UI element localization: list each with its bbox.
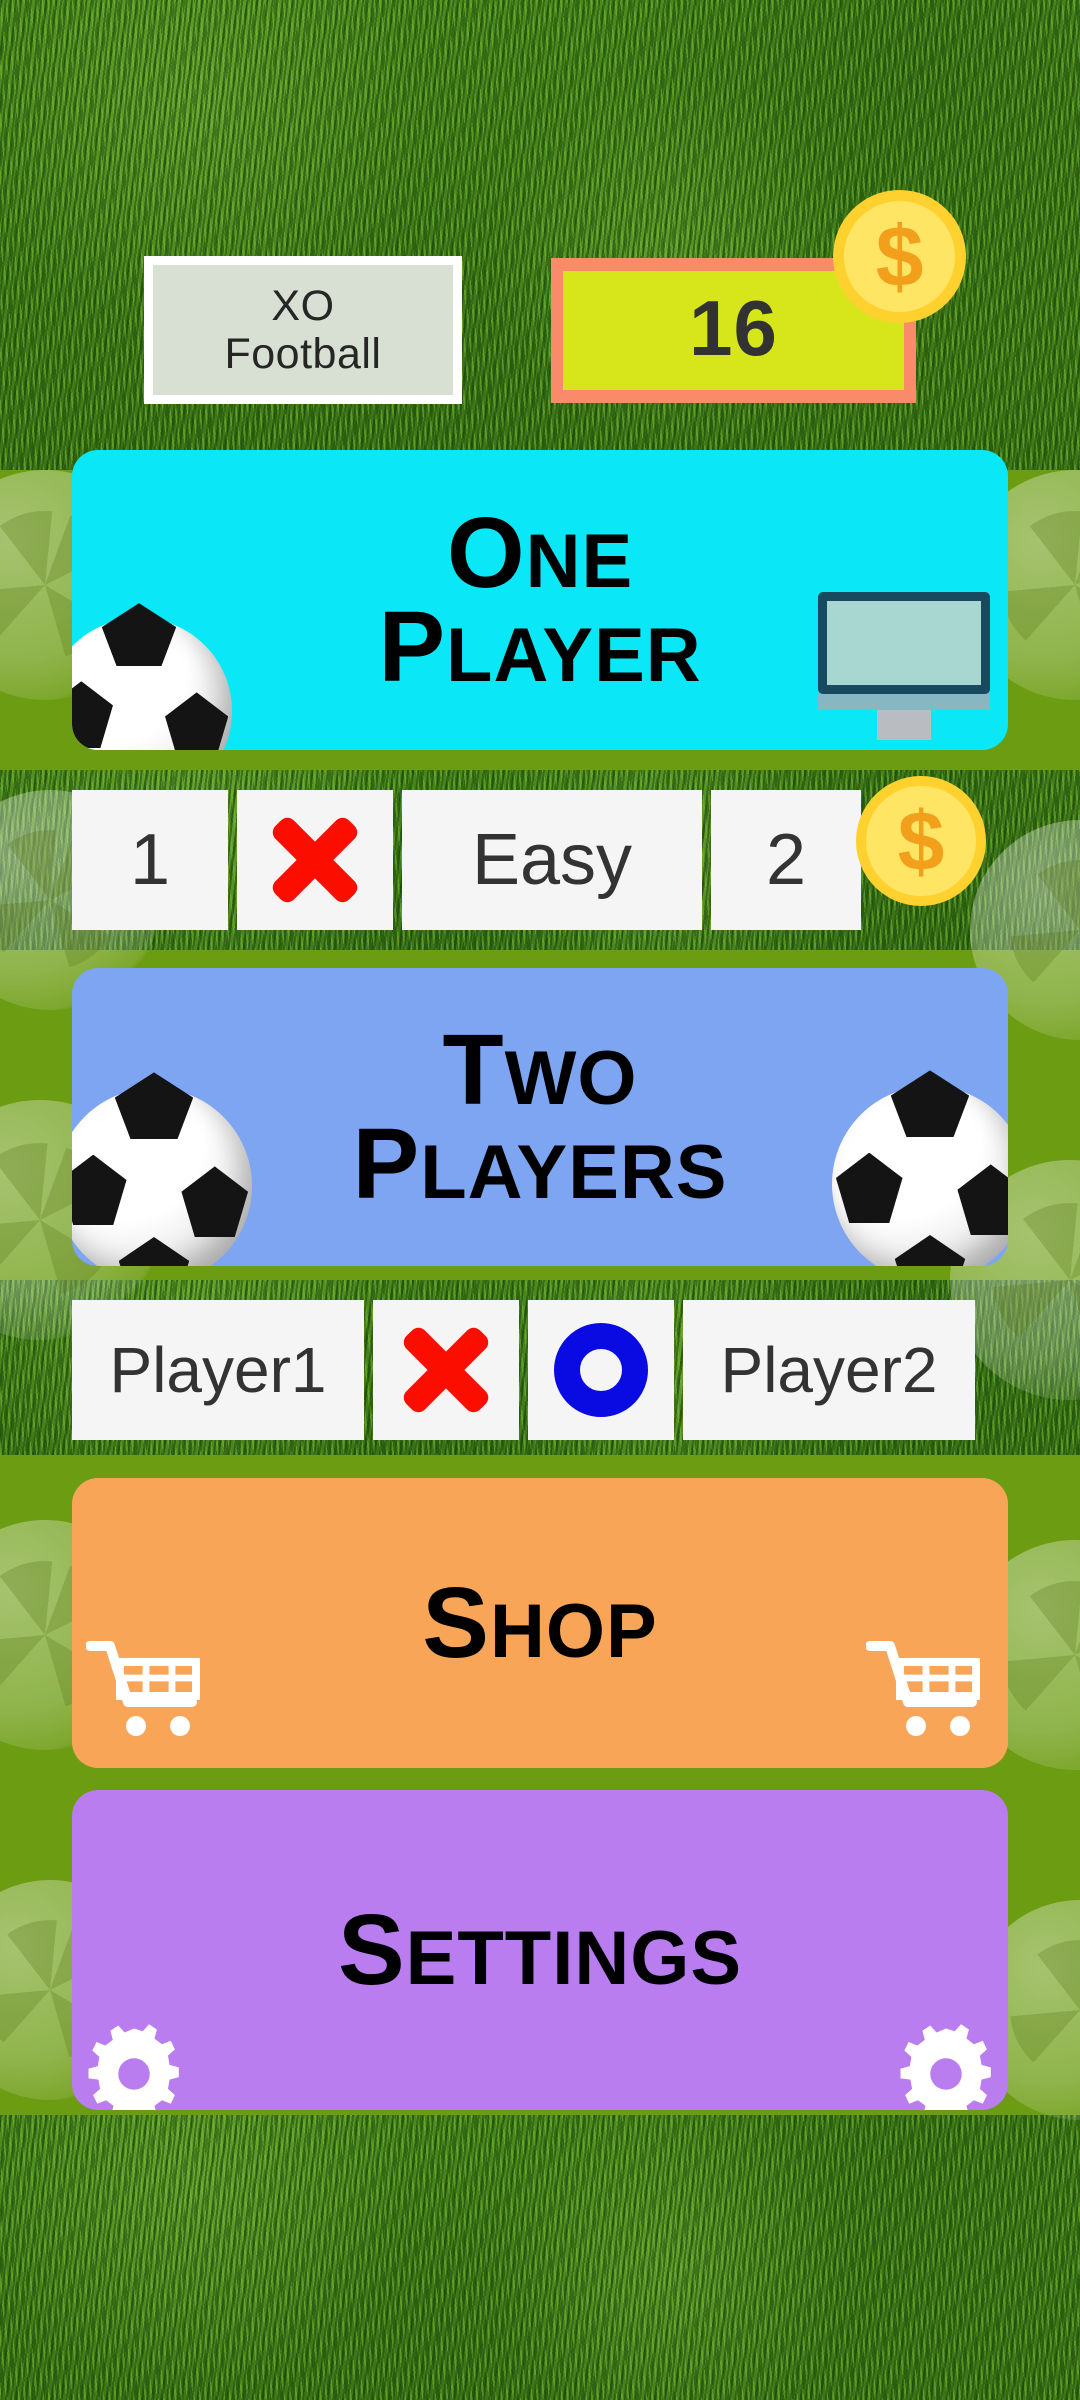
coin-icon[interactable]: $ [856,776,986,906]
player-count-value: 1 [129,820,171,900]
opponent-count-value: 2 [765,820,807,900]
player2-name-cell[interactable]: Player2 [683,1300,975,1440]
soccer-ball-icon [832,1070,1008,1266]
shopping-cart-icon [866,1641,980,1736]
one-player-button[interactable]: ONE PLAYER [72,450,1008,750]
player-mark-cell[interactable] [237,790,393,930]
coin-disc: $ [866,786,976,896]
header-bar: XO Football 16 $ [0,0,1080,450]
difficulty-value: Easy [471,820,633,900]
shop-button[interactable]: SHOP [72,1478,1008,1768]
players-names-row: Player1 Player2 [72,1300,1008,1440]
difficulty-selector-cell[interactable]: Easy [402,790,702,930]
monitor-icon [818,592,990,740]
grass-background-bottom [0,2115,1080,2400]
game-title-line2: Football [224,330,382,378]
soccer-ball-icon [72,1072,252,1266]
coin-disc: $ [843,200,956,313]
player1-name-value: Player1 [109,1334,327,1406]
gear-icon [88,2024,179,2110]
one-player-line2: PLAYER [378,591,702,703]
player2-name-value: Player2 [720,1334,938,1406]
o-mark-icon [554,1323,648,1417]
player-count-cell[interactable]: 1 [72,790,228,930]
coin-icon[interactable]: $ [833,190,966,323]
x-mark-icon [269,814,361,906]
two-players-button[interactable]: TWO PLAYERS [72,968,1008,1266]
settings-button[interactable]: SETTINGS [72,1790,1008,2110]
dollar-sign-icon: $ [875,208,924,305]
settings-label: SETTINGS [338,1900,742,2000]
player2-mark-cell[interactable] [528,1300,674,1440]
shopping-cart-icon [86,1641,200,1736]
game-title-line1: XO [271,281,335,330]
dollar-sign-icon: $ [897,794,945,888]
player1-name-cell[interactable]: Player1 [72,1300,364,1440]
coin-count-value: 16 [689,284,778,372]
two-players-label: TWO PLAYERS [353,1020,728,1214]
soccer-ball-icon [72,603,232,750]
game-main-menu-screen: XO Football 16 $ ONE PLAYER 1 Easy 2 $ T… [0,0,1080,2400]
two-players-line2: PLAYERS [352,1108,728,1220]
shop-label: SHOP [422,1573,657,1673]
game-title-text: XO Football [153,265,453,395]
gear-icon [900,2024,991,2110]
one-player-label: ONE PLAYER [378,503,701,697]
settings-label-text: SETTINGS [337,1894,743,2006]
x-mark-icon [400,1324,492,1416]
game-title-card: XO Football [144,256,462,404]
player1-mark-cell[interactable] [373,1300,519,1440]
opponent-count-cell[interactable]: 2 [711,790,861,930]
shop-label-text: SHOP [422,1567,658,1679]
